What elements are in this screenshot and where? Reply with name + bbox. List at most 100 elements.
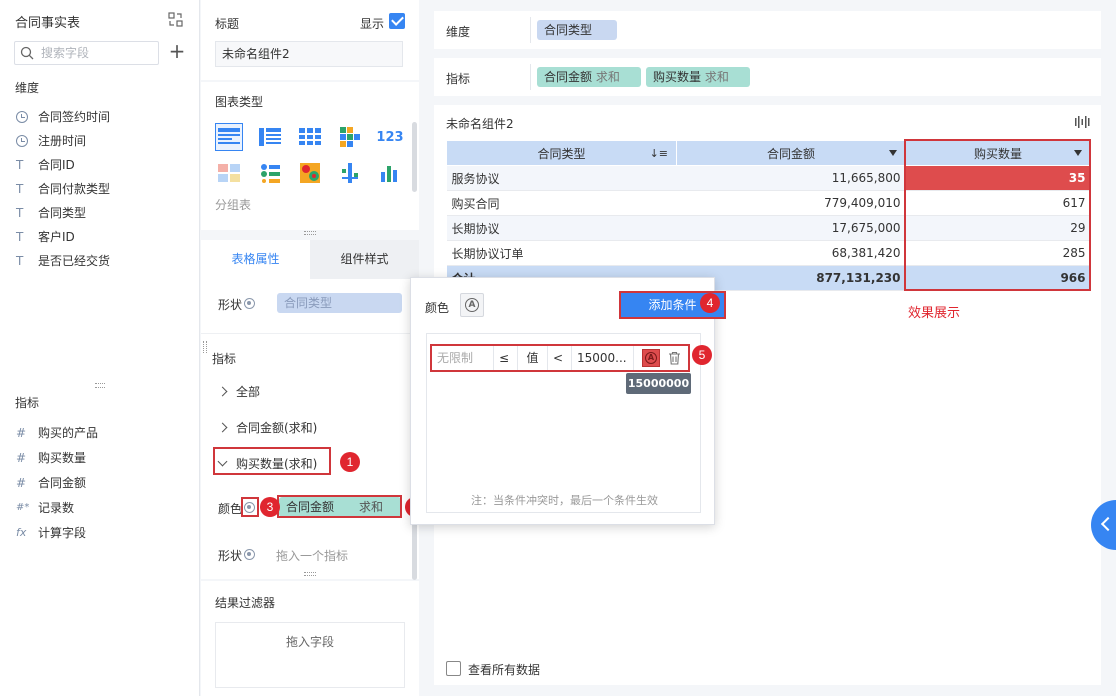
cross-table-chart-icon[interactable]: [296, 123, 324, 151]
heatmap-chart-icon[interactable]: [296, 159, 324, 187]
metric-section-label: 指标: [212, 352, 237, 366]
tab-component-style[interactable]: 组件样式: [310, 240, 419, 279]
add-field-button[interactable]: +: [168, 41, 186, 63]
column-header[interactable]: 合同金额: [676, 140, 906, 166]
show-title-checkbox[interactable]: [389, 13, 405, 29]
drag-handle-icon[interactable]: [203, 341, 207, 353]
condition-list: 无限制 ≤ 值 < 15000... A 注：当条件冲突时，最后一个条件生效: [426, 333, 701, 513]
clock-icon: [16, 111, 28, 123]
metric-pill[interactable]: 购买数量 求和: [646, 67, 750, 87]
tab-table-properties[interactable]: 表格属性: [201, 240, 310, 279]
shape2-label: 形状: [218, 549, 243, 563]
column-header[interactable]: 合同类型 ↓≡: [446, 140, 677, 166]
switch-table-icon[interactable]: [168, 12, 183, 27]
chevron-left-icon: [1100, 516, 1116, 532]
text-field-icon: T: [16, 254, 24, 268]
divider: [201, 333, 419, 334]
annotation-badge-3: 3: [260, 497, 280, 517]
title-section: 标题 显示 未命名组件2: [201, 0, 419, 80]
metric-list: # 购买的产品 # 购买数量 # 合同金额 #* 记录数 fx 计算字段: [16, 420, 196, 545]
record-count-icon: #*: [16, 501, 30, 513]
effect-annotation-label: 效果展示: [908, 306, 961, 321]
component-title: 未命名组件2: [446, 117, 514, 131]
field-panel: 合同事实表 + 维度 合同签约时间 注册时间 T合同ID T合同付款类型 T合同…: [0, 0, 200, 696]
annotation-highlight-column: [904, 139, 1091, 291]
metric-bar: 指标 合同金额 求和 购买数量 求和: [434, 58, 1101, 96]
tree-item-all[interactable]: 全部: [217, 383, 260, 400]
dimension-item[interactable]: T 合同付款类型: [16, 177, 196, 201]
chart-switch-icon[interactable]: [1075, 116, 1090, 128]
dimension-item[interactable]: T 是否已经交货: [16, 249, 196, 273]
annotation-badge-1: 1: [340, 452, 360, 472]
text-field-icon: T: [16, 158, 24, 172]
config-panel: 标题 显示 未命名组件2 图表类型 123 分组表 表格属性 组件样式 形状 合…: [201, 0, 419, 696]
hash-icon: #: [16, 450, 27, 465]
text-field-icon: T: [16, 182, 24, 196]
panel-resize-handle[interactable]: [95, 383, 105, 388]
annotation-badge-4: 4: [700, 293, 720, 313]
scatter-chart-icon[interactable]: [336, 159, 364, 187]
field-search[interactable]: [14, 41, 159, 65]
default-color-picker[interactable]: A: [460, 293, 484, 317]
search-icon: [20, 46, 34, 60]
filter-dropzone[interactable]: 拖入字段: [215, 622, 405, 688]
dimension-item[interactable]: T 合同ID: [16, 153, 196, 177]
table-name: 合同事实表: [15, 16, 81, 31]
detail-table-chart-icon[interactable]: [256, 123, 284, 151]
shape-label: 形状: [218, 298, 243, 312]
dimension-bar: 维度 合同类型: [434, 11, 1101, 49]
heat-table-chart-icon[interactable]: [336, 123, 364, 151]
dimension-item[interactable]: 注册时间: [16, 129, 196, 153]
kpi-number-chart-icon[interactable]: 123: [376, 123, 404, 151]
metrics-heading: 指标: [15, 396, 40, 410]
dimension-pill[interactable]: 合同类型: [537, 20, 617, 40]
chart-type-scrollbar[interactable]: [412, 122, 417, 192]
dimension-item[interactable]: T 合同类型: [16, 201, 196, 225]
shape-settings-icon[interactable]: [244, 298, 255, 309]
chevron-right-icon: [217, 422, 228, 433]
shape2-settings-icon[interactable]: [244, 549, 255, 560]
annotation-box-3: [241, 497, 259, 517]
color-condition-popover: 颜色 A 添加条件 无限制 ≤ 值 < 15000... A 注：当条件冲突时，…: [410, 277, 726, 525]
config-tabs: 表格属性 组件样式: [201, 240, 419, 279]
condition-note: 注：当条件冲突时，最后一个条件生效: [471, 494, 658, 507]
list-chart-icon[interactable]: [256, 159, 284, 187]
dimensions-heading: 维度: [15, 81, 40, 95]
dimension-item[interactable]: 合同签约时间: [16, 105, 196, 129]
hash-icon: #: [16, 475, 27, 490]
metric-item[interactable]: #* 记录数: [16, 495, 196, 520]
group-table-chart-icon[interactable]: [215, 123, 243, 151]
metric-item[interactable]: fx 计算字段: [16, 520, 196, 545]
section-resize-handle[interactable]: [304, 572, 316, 576]
result-filter-label: 结果过滤器: [215, 596, 276, 610]
metric-item[interactable]: # 购买数量: [16, 445, 196, 470]
sort-icon[interactable]: ↓≡: [650, 147, 668, 160]
popover-color-label: 颜色: [425, 301, 450, 315]
metric-item[interactable]: # 合同金额: [16, 470, 196, 495]
tree-item-contract-amount[interactable]: 合同金额(求和): [217, 419, 317, 436]
show-title-label: 显示: [360, 17, 385, 31]
color-picker-icon: A: [465, 298, 479, 312]
view-all-data-checkbox[interactable]: [446, 661, 461, 676]
clock-icon: [16, 135, 28, 147]
component-name-input[interactable]: 未命名组件2: [215, 41, 403, 67]
dimension-list: 合同签约时间 注册时间 T 合同ID T 合同付款类型 T 合同类型 T 客户ID T是…: [16, 105, 196, 273]
kpi-card-chart-icon[interactable]: [215, 159, 243, 187]
shape-field-pill[interactable]: 合同类型: [277, 293, 402, 313]
text-field-icon: T: [16, 230, 24, 244]
dimension-item[interactable]: T 客户ID: [16, 225, 196, 249]
search-input[interactable]: [41, 45, 153, 61]
shape2-section: 形状 拖入一个指标: [201, 535, 419, 573]
annotation-box-1: [213, 447, 331, 475]
text-field-icon: T: [16, 206, 24, 220]
metric-item[interactable]: # 购买的产品: [16, 420, 196, 445]
metric-bar-label: 指标: [446, 72, 471, 86]
title-label: 标题: [215, 17, 240, 31]
bar-chart-icon[interactable]: [376, 159, 404, 187]
value-tooltip: 15000000: [626, 373, 691, 394]
shape2-dropzone[interactable]: 拖入一个指标: [276, 547, 348, 564]
metric-pill[interactable]: 合同金额 求和: [537, 67, 641, 87]
section-resize-handle[interactable]: [304, 231, 316, 235]
dropdown-arrow-icon[interactable]: [889, 150, 897, 156]
divider: [530, 64, 531, 90]
